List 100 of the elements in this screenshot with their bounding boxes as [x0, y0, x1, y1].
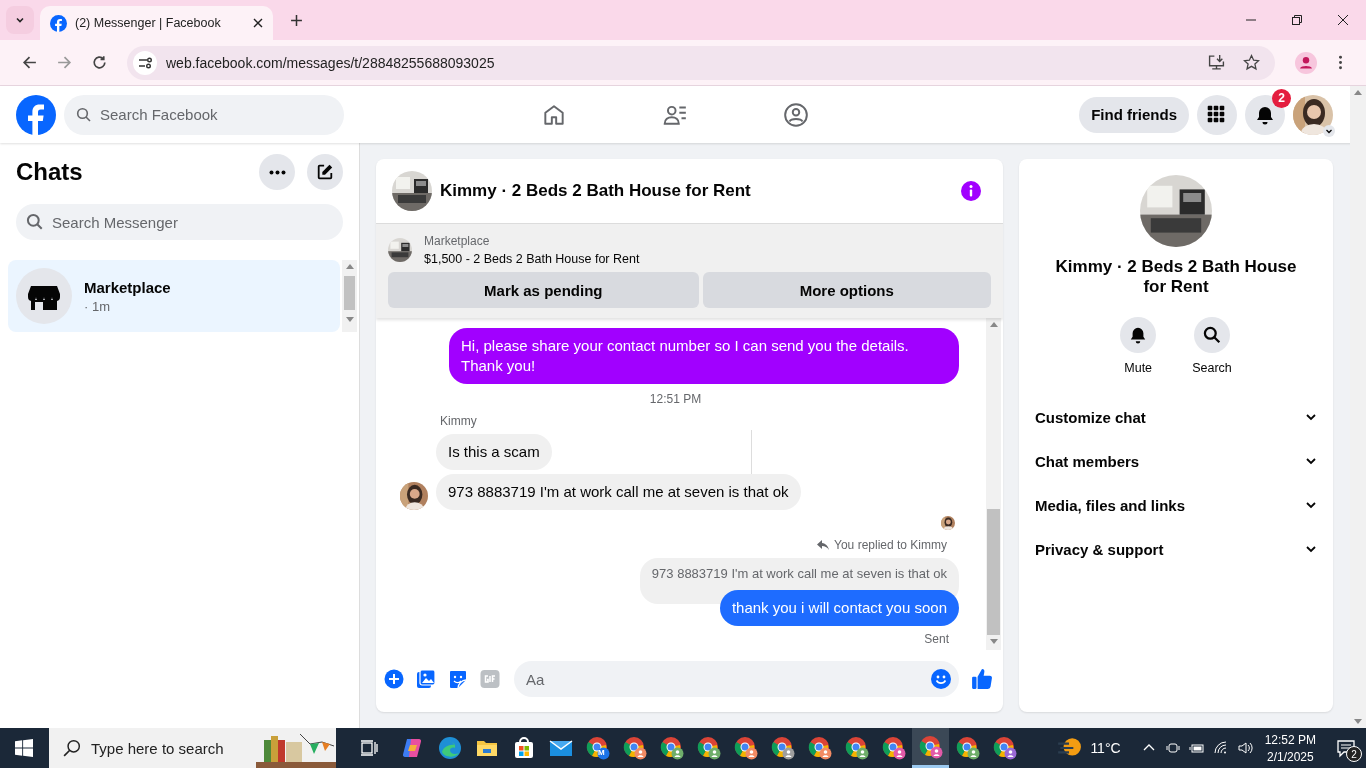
- scrollbar[interactable]: [986, 318, 1001, 650]
- time: 12:52 PM: [1264, 732, 1316, 747]
- section-title: Chat members: [1035, 452, 1140, 470]
- reload-icon[interactable]: [91, 54, 108, 71]
- listing-action-button[interactable]: More options: [702, 272, 991, 308]
- listing-title: $1,500 - 2 Beds 2 Bath House for Rent: [424, 252, 640, 266]
- section-header[interactable]: Customize chat: [1035, 395, 1317, 439]
- notification-count: 2: [1272, 88, 1291, 108]
- scrollbar[interactable]: [342, 260, 357, 332]
- close-icon[interactable]: [1337, 14, 1349, 26]
- message-field[interactable]: Aa: [514, 661, 959, 697]
- chrome-profile-icon: [955, 736, 980, 760]
- action-label: Search: [1192, 361, 1232, 375]
- scrollbar[interactable]: [1350, 86, 1366, 728]
- bell-icon: [1129, 326, 1148, 344]
- temperature[interactable]: 11°C: [1090, 740, 1121, 756]
- chrome-profile-icon: [992, 736, 1017, 760]
- mute-button[interactable]: [1120, 317, 1157, 353]
- profile-initial: M: [598, 748, 605, 757]
- section-header[interactable]: Media, files and links: [1035, 483, 1317, 527]
- compose-icon: [316, 163, 334, 181]
- message-bubble: Is this a scam: [436, 434, 552, 470]
- more-button[interactable]: [259, 154, 295, 190]
- chevron-icon[interactable]: [1305, 543, 1317, 555]
- sticker-icon[interactable]: [448, 669, 468, 689]
- speaker-icon[interactable]: [1236, 740, 1253, 756]
- edge-icon: [437, 736, 462, 760]
- taskbar-app[interactable]: M: [579, 728, 616, 768]
- search-button[interactable]: [1194, 317, 1230, 353]
- menu-button[interactable]: [1197, 94, 1237, 135]
- apps-grid-icon: [1207, 104, 1227, 125]
- message-status: Sent: [923, 632, 950, 646]
- notification-center-icon[interactable]: [1336, 738, 1356, 758]
- chevron-down-icon[interactable]: [1323, 124, 1335, 137]
- bell-icon: [1255, 104, 1275, 125]
- more-icon: [268, 169, 286, 175]
- clock[interactable]: 12:52 PM 2/1/2025: [1264, 732, 1316, 764]
- search-field[interactable]: Search Messenger: [16, 204, 343, 240]
- section-header[interactable]: Chat members: [1035, 439, 1317, 483]
- taskbar-app[interactable]: [912, 728, 949, 768]
- bookmark-star-icon[interactable]: [1243, 54, 1260, 71]
- notifications-button[interactable]: [1245, 94, 1285, 135]
- profile-icon[interactable]: [1295, 51, 1317, 74]
- find-friends-button[interactable]: Find friends: [1079, 96, 1189, 133]
- new-tab-icon[interactable]: [290, 13, 303, 27]
- section-title: Privacy & support: [1035, 540, 1164, 558]
- windows-start-icon[interactable]: [15, 739, 33, 757]
- message-timestamp: 12:51 PM: [648, 392, 703, 406]
- chat-name: Marketplace: [84, 278, 171, 296]
- listing-action-button[interactable]: Mark as pending: [388, 272, 699, 308]
- chat-time: · 1m: [84, 298, 111, 314]
- search-icon: [76, 106, 92, 123]
- forward-icon[interactable]: [56, 54, 73, 71]
- contact-name: Kimmy · 2 Beds 2 Bath House for Rent: [1054, 257, 1298, 297]
- action-label: Mute: [1124, 361, 1153, 375]
- chrome-profile-icon: [918, 734, 943, 759]
- reply-icon: [817, 539, 830, 551]
- search-icon: [26, 213, 44, 231]
- chats-title: Chats: [16, 158, 84, 186]
- sender-name: Kimmy: [440, 414, 478, 428]
- search-icon: [63, 739, 81, 757]
- close-icon[interactable]: [253, 18, 263, 28]
- task-view-icon[interactable]: [359, 738, 379, 758]
- search-field[interactable]: Search Facebook: [64, 94, 344, 135]
- thumbs-up-icon[interactable]: [971, 668, 993, 690]
- section-header[interactable]: Privacy & support: [1035, 527, 1317, 571]
- message-bubble: 973 8883719 I'm at work call me at seven is that ok: [436, 474, 801, 510]
- conversation-title: Kimmy · 2 Beds 2 Bath House for Rent: [440, 181, 752, 201]
- camera-icon[interactable]: [1164, 740, 1181, 756]
- info-icon[interactable]: [961, 181, 981, 201]
- address-bar[interactable]: web.facebook.com/messages/t/28848255688093025: [127, 45, 1275, 80]
- chrome-profile-icon: [696, 736, 721, 760]
- chevron-icon[interactable]: [1305, 455, 1317, 467]
- chrome-profile-icon: [844, 736, 869, 760]
- groups-icon[interactable]: [783, 101, 809, 128]
- browser-tab[interactable]: (2) Messenger | Facebook: [40, 6, 273, 40]
- chrome-profile-icon: [770, 736, 795, 760]
- reply-label: You replied to Kimmy: [834, 538, 947, 552]
- chevron-icon[interactable]: [1305, 499, 1317, 511]
- chevron-icon[interactable]: [1305, 411, 1317, 423]
- notification-count: 2: [1346, 746, 1362, 762]
- wifi-icon[interactable]: [1212, 740, 1229, 756]
- image-icon[interactable]: [416, 669, 436, 689]
- chrome-profile-icon: [659, 736, 684, 760]
- facebook-logo-icon[interactable]: [16, 94, 56, 135]
- site-settings-icon[interactable]: [133, 50, 157, 75]
- url-text: web.facebook.com/messages/t/28848255688093025: [166, 54, 495, 71]
- section-title: Customize chat: [1035, 408, 1146, 426]
- install-app-icon[interactable]: [1208, 54, 1225, 71]
- chat-item[interactable]: Marketplace · 1m: [8, 260, 340, 332]
- date: 2/1/2025: [1266, 749, 1314, 764]
- new-message-button[interactable]: [307, 154, 343, 190]
- section-title: Media, files and links: [1035, 496, 1186, 514]
- restore-icon[interactable]: [1291, 14, 1303, 26]
- back-icon[interactable]: [21, 54, 38, 71]
- chrome-profile-icon: [585, 736, 610, 760]
- listing-source: Marketplace: [424, 234, 491, 248]
- facebook-logo-icon: [50, 14, 67, 32]
- emoji-icon[interactable]: [931, 669, 951, 689]
- plus-icon[interactable]: [384, 669, 404, 689]
